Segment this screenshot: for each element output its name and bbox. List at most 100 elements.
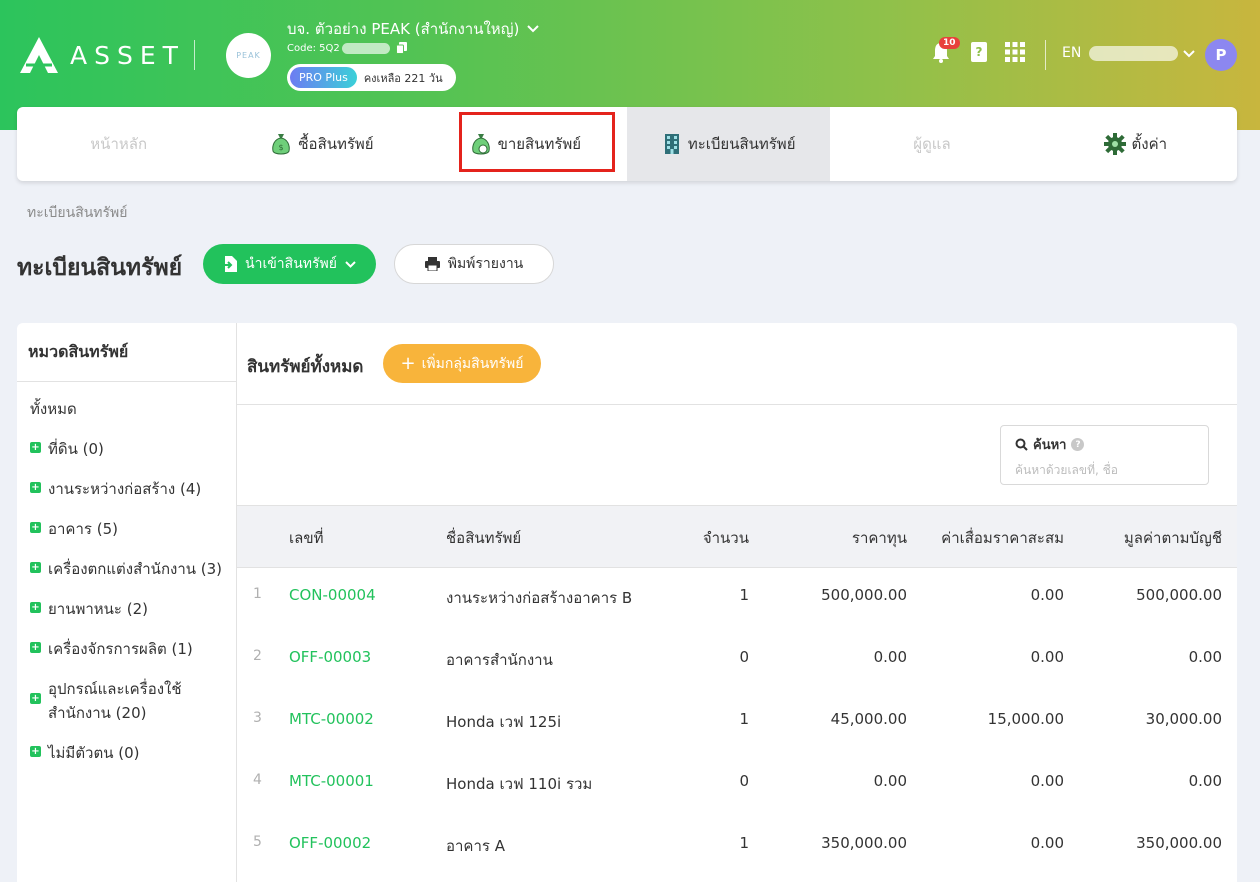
category-item[interactable]: + อาคาร (5): [30, 517, 118, 541]
expand-icon[interactable]: +: [30, 522, 41, 533]
chevron-down-icon[interactable]: [1183, 50, 1195, 58]
manual-button[interactable]: ?: [967, 40, 991, 64]
plus-icon: +: [400, 352, 416, 374]
tab-settings[interactable]: ตั้งค่า: [1034, 107, 1237, 181]
tab-asset-register[interactable]: ทะเบียนสินทรัพย์: [626, 107, 831, 181]
table-row[interactable]: 5 OFF-00002 อาคาร A 1 350,000.00 0.00 35…: [237, 816, 1237, 878]
company-name: บจ. ตัวอย่าง PEAK (สำนักงานใหญ่): [287, 20, 520, 38]
asset-code-link[interactable]: OFF-00002: [289, 834, 371, 852]
asset-depreciation: 0.00: [1030, 772, 1064, 790]
svg-text:$: $: [279, 143, 284, 152]
expand-icon[interactable]: +: [30, 562, 41, 573]
asset-book-value: 30,000.00: [1145, 710, 1222, 728]
apps-button[interactable]: [1003, 40, 1027, 64]
money-bag-icon: $: [272, 134, 291, 155]
gear-icon: [1103, 133, 1126, 155]
column-header-quantity[interactable]: จำนวน: [703, 526, 749, 550]
add-asset-group-button[interactable]: + เพิ่มกลุ่มสินทรัพย์: [383, 344, 541, 383]
table-row[interactable]: 4 MTC-00001 Honda เวฟ 110i รวม 0 0.00 0.…: [237, 754, 1237, 816]
tab-label: ซื้อสินทรัพย์: [298, 135, 374, 153]
asset-code-link[interactable]: MTC-00001: [289, 772, 374, 790]
category-label-line1: อุปกรณ์และเครื่องใช้: [48, 680, 182, 698]
asset-quantity: 1: [739, 834, 749, 852]
search-placeholder[interactable]: ค้นหาด้วยเลขที่, ชื่อ: [1015, 461, 1194, 480]
asset-list: สินทรัพย์ทั้งหมด + เพิ่มกลุ่มสินทรัพย์ ค…: [237, 323, 1237, 882]
asset-book-value: 350,000.00: [1136, 834, 1222, 852]
asset-code-link[interactable]: OFF-00003: [289, 648, 371, 666]
redacted-username[interactable]: [1089, 46, 1178, 61]
category-label: ยานพาหนะ (2): [48, 600, 148, 618]
avatar[interactable]: P: [1205, 39, 1237, 71]
main-nav: หน้าหลัก $ ซื้อสินทรัพย์ ขายสินทรัพย์ ทะ…: [17, 107, 1237, 181]
table-row[interactable]: 2 OFF-00003 อาคารสำนักงาน 0 0.00 0.00 0.…: [237, 630, 1237, 692]
chevron-down-icon: [345, 260, 356, 268]
category-all[interactable]: ทั้งหมด: [30, 397, 77, 421]
plan-badge: PRO Plus คงเหลือ 221 วัน: [287, 64, 456, 91]
tab-purchase-asset[interactable]: $ ซื้อสินทรัพย์: [220, 107, 423, 181]
category-item[interactable]: + เครื่องจักรการผลิต (1): [30, 637, 193, 661]
column-header-depreciation[interactable]: ค่าเสื่อมราคาสะสม: [941, 526, 1064, 550]
help-icon[interactable]: ?: [1071, 438, 1085, 451]
category-label: งานระหว่างก่อสร้าง (4): [48, 480, 202, 498]
company-logo: PEAK: [226, 33, 271, 78]
asset-logo[interactable]: ASSET: [18, 35, 185, 75]
file-import-icon: [223, 256, 238, 272]
copy-icon[interactable]: [395, 42, 408, 54]
printer-icon: [424, 257, 440, 271]
asset-name: งานระหว่างก่อสร้างอาคาร B: [446, 589, 633, 607]
category-label: อุปกรณ์และเครื่องใช้ สำนักงาน (20): [48, 677, 182, 725]
expand-icon[interactable]: +: [30, 442, 41, 453]
language-switch[interactable]: EN: [1062, 45, 1081, 61]
category-item[interactable]: + เครื่องตกแต่งสำนักงาน (3): [30, 557, 222, 581]
company-selector[interactable]: บจ. ตัวอย่าง PEAK (สำนักงานใหญ่): [287, 17, 540, 41]
expand-icon[interactable]: +: [30, 746, 41, 757]
expand-icon[interactable]: +: [30, 482, 41, 493]
asset-quantity: 0: [739, 648, 749, 666]
book-icon: ?: [971, 42, 987, 62]
tab-label: ผู้ดูแล: [913, 135, 951, 153]
expand-icon[interactable]: +: [30, 642, 41, 653]
asset-name: อาคาร A: [446, 837, 505, 855]
expand-icon[interactable]: +: [30, 602, 41, 613]
breadcrumb[interactable]: ทะเบียนสินทรัพย์: [27, 202, 128, 224]
plan-name: PRO Plus: [290, 67, 357, 88]
category-item[interactable]: + ไม่มีตัวตน (0): [30, 741, 140, 765]
print-report-button[interactable]: พิมพ์รายงาน: [394, 244, 554, 284]
divider: [194, 40, 195, 70]
table-row[interactable]: 1 CON-00004 งานระหว่างก่อสร้างอาคาร B 1 …: [237, 568, 1237, 630]
asset-code-link[interactable]: MTC-00002: [289, 710, 374, 728]
search-input[interactable]: ค้นหา ? ค้นหาด้วยเลขที่, ชื่อ: [1000, 425, 1209, 485]
table-row[interactable]: 3 MTC-00002 Honda เวฟ 125i 1 45,000.00 1…: [237, 692, 1237, 754]
page-title: ทะเบียนสินทรัพย์: [17, 255, 183, 281]
expand-icon[interactable]: +: [30, 693, 41, 704]
category-item[interactable]: + อุปกรณ์และเครื่องใช้ สำนักงาน (20): [30, 677, 182, 725]
category-item[interactable]: + งานระหว่างก่อสร้าง (4): [30, 477, 201, 501]
column-header-name[interactable]: ชื่อสินทรัพย์: [446, 526, 521, 550]
redacted-text: [341, 42, 390, 54]
brand-name: ASSET: [70, 40, 185, 70]
asset-depreciation: 0.00: [1030, 648, 1064, 666]
tab-label: ตั้งค่า: [1131, 135, 1168, 153]
tab-home[interactable]: หน้าหลัก: [17, 107, 220, 181]
import-asset-button[interactable]: นำเข้าสินทรัพย์: [203, 244, 376, 284]
chevron-down-icon: [527, 25, 540, 33]
notification-count: 10: [939, 37, 960, 49]
category-item[interactable]: + ที่ดิน (0): [30, 437, 104, 461]
search-icon: [1015, 438, 1028, 451]
asset-depreciation: 15,000.00: [987, 710, 1064, 728]
asset-name: Honda เวฟ 110i รวม: [446, 775, 593, 793]
column-header-code[interactable]: เลขที่: [289, 526, 323, 550]
search-label-row: ค้นหา ?: [1015, 434, 1194, 455]
tab-custodian[interactable]: ผู้ดูแล: [830, 107, 1033, 181]
column-header-cost[interactable]: ราคาทุน: [852, 526, 907, 550]
company-code: Code: 5Q2: [287, 42, 408, 54]
company-code-label: Code: 5Q2: [287, 42, 340, 54]
column-header-book-value[interactable]: มูลค่าตามบัญชี: [1124, 526, 1222, 550]
asset-cost: 45,000.00: [830, 710, 907, 728]
category-sidebar: หมวดสินทรัพย์ ทั้งหมด + ที่ดิน (0) + งาน…: [17, 323, 237, 882]
asset-code-link[interactable]: CON-00004: [289, 586, 376, 604]
category-label: เครื่องตกแต่งสำนักงาน (3): [48, 560, 223, 578]
grid-icon: [1005, 42, 1025, 62]
category-item[interactable]: + ยานพาหนะ (2): [30, 597, 148, 621]
import-asset-label: นำเข้าสินทรัพย์: [245, 256, 337, 272]
